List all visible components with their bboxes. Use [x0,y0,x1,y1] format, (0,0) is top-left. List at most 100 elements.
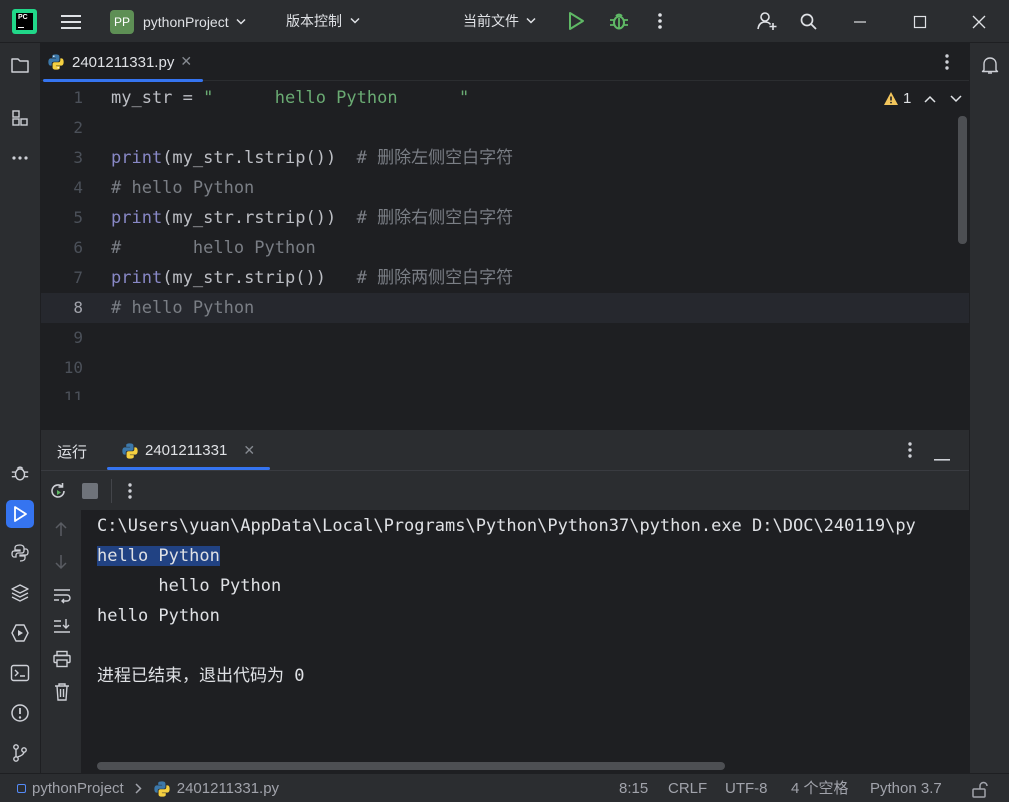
breadcrumb: pythonProject 2401211331.py [17,774,279,802]
git-branch-icon[interactable] [8,741,32,765]
minimize-button[interactable] [837,0,883,43]
console-horizontal-scrollbar[interactable] [97,762,725,770]
project-switcher[interactable]: PP pythonProject [110,10,246,34]
line-number: 6 [73,238,83,257]
debug-bug-icon [610,13,628,30]
code-line[interactable]: 6 # hello Python [41,233,969,263]
run-panel-more-icon[interactable] [908,441,912,463]
scroll-to-end-icon[interactable] [52,617,72,639]
module-icon [17,784,26,793]
code-token: (my_str.strip()) [162,268,357,288]
code-token: # hello Python [111,178,255,198]
debug-tool-icon[interactable] [8,461,32,485]
code-token: (my_str.lstrip()) [162,148,357,168]
stop-icon[interactable] [82,483,98,499]
vcs-label: 版本控制 [286,13,342,29]
run-tab-label: 2401211331 [145,442,228,459]
close-tab-icon[interactable]: ✕ [180,54,192,70]
editor-tab-bar: 2401211331.py ✕ [41,43,969,82]
code-line[interactable]: 3 print(my_str.lstrip()) # 删除左侧空白字符 [41,143,969,173]
code-text: # hello Python [111,173,254,203]
code-line[interactable]: 2 [41,113,969,143]
run-config-selector[interactable]: 当前文件 [463,11,536,31]
run-tab[interactable]: 2401211331 ✕ [107,431,270,470]
line-number: 2 [73,118,83,137]
run-button[interactable] [566,11,586,31]
line-separator[interactable]: CRLF [668,774,707,802]
more-tools-icon[interactable] [8,146,32,170]
add-user-icon[interactable] [756,11,778,31]
lock-icon[interactable] [971,780,989,798]
debug-button[interactable] [608,10,630,32]
caret-position[interactable]: 8:15 [619,774,648,802]
scroll-up-icon[interactable] [53,520,69,542]
code-line[interactable]: 7 print(my_str.strip()) # 删除两侧空白字符 [41,263,969,293]
maximize-button[interactable] [897,0,943,43]
console-line: 进程已结束，退出代码为 0 [97,661,304,691]
python-interpreter[interactable]: Python 3.7 [870,774,942,802]
project-folder-icon[interactable] [8,53,32,77]
chevron-down-icon[interactable] [950,94,962,103]
code-line[interactable]: 5 print(my_str.rstrip()) # 删除右侧空白字符 [41,203,969,233]
soft-wrap-icon[interactable] [52,586,72,608]
code-line[interactable]: 4 # hello Python [41,173,969,203]
line-number: 4 [73,178,83,197]
breadcrumb-file[interactable]: 2401211331.py [177,774,279,802]
vcs-menu[interactable]: 版本控制 [286,11,360,31]
services-icon[interactable] [8,621,32,645]
code-token: print [111,268,163,288]
chevron-down-icon [350,17,360,24]
minimize-icon [854,20,866,23]
chevron-down-icon [236,18,246,25]
code-line-current[interactable]: 8 # hello Python [41,293,969,323]
console-line: C:\Users\yuan\AppData\Local\Programs\Pyt… [97,511,916,541]
editor-scrollbar[interactable] [958,116,967,244]
more-actions-icon[interactable] [652,11,668,31]
layers-icon[interactable] [8,581,32,605]
notifications-bell-icon[interactable] [978,53,1002,77]
trash-icon[interactable] [53,682,71,706]
code-editor[interactable]: 1 my_str = " hello Python " 2 3 print(my_str… [41,82,969,400]
structure-icon[interactable] [8,106,32,130]
code-line[interactable]: 10 [41,353,969,383]
editor-tabs-more-icon[interactable] [945,53,949,75]
run-tool-icon[interactable] [6,500,34,528]
breadcrumb-project[interactable]: pythonProject [32,774,124,802]
chevron-up-icon[interactable] [924,95,936,103]
close-window-button[interactable] [956,0,1002,43]
close-run-tab-icon[interactable]: ✕ [243,443,255,459]
run-console[interactable]: C:\Users\yuan\AppData\Local\Programs\Pyt… [81,510,969,773]
code-line[interactable]: 9 [41,323,969,353]
python-file-icon [122,442,138,459]
code-token: # 删除右侧空白字符 [356,208,514,228]
code-text: print(my_str.lstrip()) # 删除左侧空白字符 [111,143,513,173]
search-icon[interactable] [799,12,818,31]
file-encoding[interactable]: UTF-8 [725,774,768,802]
console-line: hello Python [97,601,220,631]
code-line[interactable]: 1 my_str = " hello Python " [41,83,969,113]
problems-icon[interactable] [8,701,32,725]
left-tool-strip [0,43,41,773]
python-console-icon[interactable] [8,541,32,565]
line-number: 9 [73,328,83,347]
warning-count: 1 [903,90,912,107]
indent-setting[interactable]: 4 个空格 [791,774,849,802]
inspection-widget[interactable]: 1 [883,90,962,107]
print-icon[interactable] [52,650,72,672]
scroll-down-icon[interactable] [53,553,69,575]
code-text: print(my_str.rstrip()) # 删除右侧空白字符 [111,203,513,233]
console-line-text: C:\Users\yuan\AppData\Local\Programs\Pyt… [97,516,916,536]
line-number: 1 [73,88,83,107]
hide-panel-icon[interactable] [934,449,950,465]
run-side-toolbar [41,510,81,773]
terminal-icon[interactable] [8,661,32,685]
run-panel-header: 运行 2401211331 ✕ [41,431,969,470]
code-line[interactable]: 11 [41,383,969,400]
toolbar-divider [111,479,112,503]
main-menu-icon[interactable] [60,10,86,34]
editor-tab-file[interactable]: 2401211331.py ✕ [41,43,205,82]
code-text: my_str = " hello Python " [111,83,469,113]
run-toolbar-more-icon[interactable] [128,482,132,504]
rerun-icon[interactable] [48,481,68,505]
editor-tab-label: 2401211331.py [72,53,175,71]
